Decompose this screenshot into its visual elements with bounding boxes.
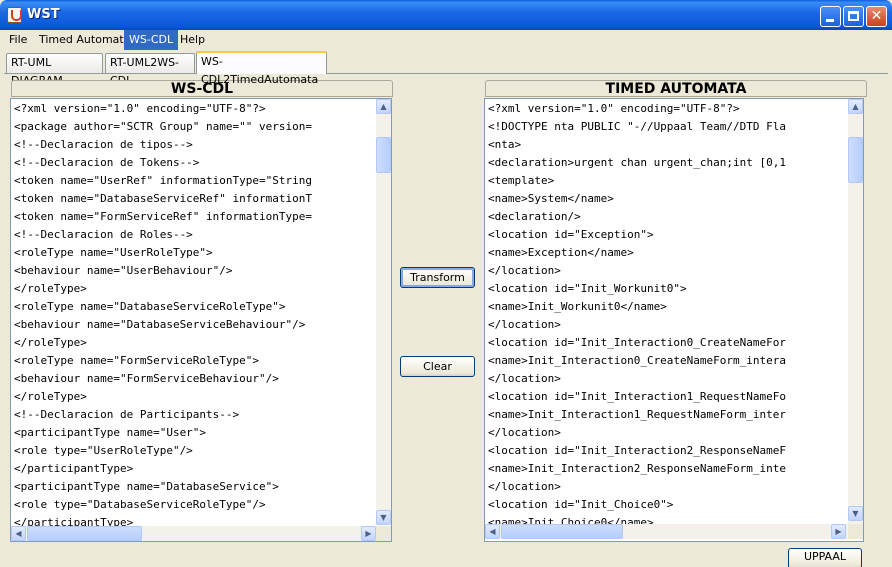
menu-bar: File Timed Automata WS-CDL Help [0, 30, 892, 50]
code-line: <roleType name="UserRoleType"> [14, 246, 213, 259]
code-line: <token name="DatabaseServiceRef" informa… [14, 192, 313, 205]
timed-automata-code: <?xml version="1.0" encoding="UTF-8"?> <!… [488, 100, 786, 532]
title-bar: WST ✕ [0, 0, 892, 30]
code-line: <behaviour name="FormServiceBehaviour"/> [14, 372, 279, 385]
code-line: <location id="Init_Interaction0_CreateNa… [488, 336, 787, 349]
close-icon: ✕ [870, 8, 883, 24]
tab-rt-uml-diagram[interactable]: RT-UML DIAGRAM [6, 53, 103, 87]
transform-button[interactable]: Transform [400, 267, 475, 288]
code-line: <participantType name="User"> [14, 426, 207, 439]
code-line: <behaviour name="UserBehaviour"/> [14, 264, 233, 277]
code-line: <location id="Init_Choice0"> [488, 498, 674, 511]
timed-automata-text-area[interactable]: <?xml version="1.0" encoding="UTF-8"?> <!… [484, 98, 864, 542]
code-line: <name>Init_Interaction0_CreateNameForm_i… [488, 354, 787, 367]
scroll-thumb[interactable] [376, 137, 391, 173]
maximize-icon [848, 11, 859, 21]
tab-rt-uml2ws-cdl[interactable]: RT-UML2WS-CDL [105, 53, 195, 87]
code-line: </location> [488, 372, 561, 385]
code-line: <declaration/> [488, 210, 581, 223]
uppaal-button[interactable]: UPPAAL [788, 548, 862, 567]
ws-cdl-text-area[interactable]: <?xml version="1.0" encoding="UTF-8"?> <p… [10, 98, 392, 542]
code-line: <!--Declaracion de Roles--> [14, 228, 193, 241]
code-line: <name>Exception</name> [488, 246, 634, 259]
code-line: </location> [488, 264, 561, 277]
tab-ws-cdl2timedautomata[interactable]: WS-CDL2TimedAutomata [196, 51, 327, 86]
code-line: <location id="Init_Workunit0"> [488, 282, 687, 295]
ws-cdl-vertical-scrollbar[interactable]: ▲ ▼ [376, 99, 391, 525]
minimize-button[interactable] [820, 6, 841, 27]
scroll-corner [376, 526, 391, 541]
code-line: <role type="UserRoleType"/> [14, 444, 193, 457]
scroll-up-icon[interactable]: ▲ [848, 99, 863, 114]
scroll-down-icon[interactable]: ▼ [376, 510, 391, 525]
code-line: <role type="DatabaseServiceRoleType"/> [14, 498, 266, 511]
maximize-button[interactable] [843, 6, 864, 27]
scroll-left-icon[interactable]: ◀ [485, 524, 500, 539]
ws-cdl-code: <?xml version="1.0" encoding="UTF-8"?> <p… [14, 100, 312, 532]
code-line: <!--Declaracion de tipos--> [14, 138, 193, 151]
code-line: <declaration>urgent chan urgent_chan;int… [488, 156, 787, 169]
code-line: <!--Declaracion de Participants--> [14, 408, 240, 421]
scroll-left-icon[interactable]: ◀ [11, 526, 26, 541]
code-line: </roleType> [14, 282, 87, 295]
menu-file[interactable]: File [4, 30, 32, 50]
menu-timed-automata[interactable]: Timed Automata [34, 30, 135, 50]
scroll-right-icon[interactable]: ▶ [361, 526, 376, 541]
code-line: <location id="Exception"> [488, 228, 654, 241]
code-line: <token name="UserRef" informationType="S… [14, 174, 313, 187]
code-line: <!DOCTYPE nta PUBLIC "-//Uppaal Team//DT… [488, 120, 787, 133]
code-line: <name>Init_Interaction1_RequestNameForm_… [488, 408, 787, 421]
code-line: </location> [488, 318, 561, 331]
scroll-corner [848, 524, 863, 539]
code-line: <token name="FormServiceRef" information… [14, 210, 313, 223]
code-line: <template> [488, 174, 555, 187]
code-line: <name>Init_Workunit0</name> [488, 300, 667, 313]
scroll-thumb[interactable] [848, 137, 863, 183]
code-line: <name>Init_Interaction2_ResponseNameForm… [488, 462, 787, 475]
code-line: <?xml version="1.0" encoding="UTF-8"?> [14, 102, 266, 115]
minimize-icon [826, 19, 834, 22]
code-line: <?xml version="1.0" encoding="UTF-8"?> [488, 102, 740, 115]
code-line: </roleType> [14, 390, 87, 403]
timed-automata-vertical-scrollbar[interactable]: ▲ ▼ [848, 99, 863, 525]
code-line: <behaviour name="DatabaseServiceBehaviou… [14, 318, 306, 331]
scroll-down-icon[interactable]: ▼ [848, 506, 863, 521]
code-line: <package author="SCTR Group" name="" ver… [14, 120, 313, 133]
code-line: <location id="Init_Interaction1_RequestN… [488, 390, 787, 403]
code-line: </location> [488, 480, 561, 493]
clear-button[interactable]: Clear [400, 356, 475, 377]
code-line: <participantType name="DatabaseService"> [14, 480, 279, 493]
code-line: </participantType> [14, 462, 134, 475]
code-line: <roleType name="FormServiceRoleType"> [14, 354, 260, 367]
timed-automata-horizontal-scrollbar[interactable]: ◀ ▶ [485, 524, 848, 539]
java-cup-icon [7, 7, 22, 23]
window-title: WST [27, 7, 60, 22]
scroll-up-icon[interactable]: ▲ [376, 99, 391, 114]
code-line: <!--Declaracion de Tokens--> [14, 156, 200, 169]
code-line: <roleType name="DatabaseServiceRoleType"… [14, 300, 286, 313]
code-line: <name>System</name> [488, 192, 614, 205]
code-line: </roleType> [14, 336, 87, 349]
code-line: <location id="Init_Interaction2_Response… [488, 444, 787, 457]
menu-help[interactable]: Help [175, 30, 210, 50]
code-line: <nta> [488, 138, 522, 151]
scroll-thumb[interactable] [501, 524, 623, 539]
menu-ws-cdl[interactable]: WS-CDL [124, 30, 179, 50]
tab-panel-border [4, 73, 888, 74]
close-button[interactable]: ✕ [866, 6, 887, 27]
code-line: </location> [488, 426, 561, 439]
timed-automata-panel-title: TIMED AUTOMATA [485, 80, 867, 97]
scroll-thumb[interactable] [27, 526, 142, 541]
ws-cdl-horizontal-scrollbar[interactable]: ◀ ▶ [11, 526, 376, 541]
scroll-right-icon[interactable]: ▶ [831, 524, 846, 539]
